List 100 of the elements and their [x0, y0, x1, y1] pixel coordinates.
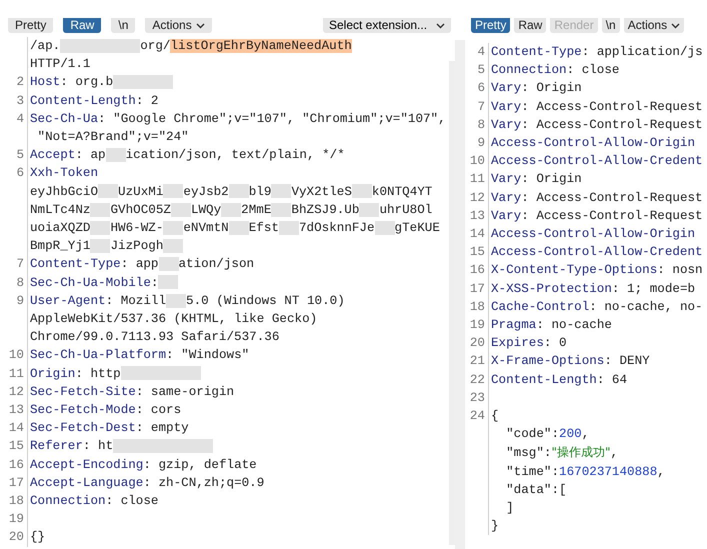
code-text: Chrome/99.0.7113.93 Safari/537.36 — [30, 330, 280, 344]
view-tab[interactable]: Raw — [514, 18, 546, 33]
code-text: : close — [566, 63, 620, 78]
line-number: 9 — [477, 136, 485, 150]
line-number: 16 — [8, 458, 24, 472]
code-text: /ap. — [30, 39, 60, 53]
redaction-blur — [98, 184, 118, 198]
chevron-down-icon — [436, 22, 445, 28]
code-text: : "Google Chrome";v="107", "Chromium";v="107", — [98, 112, 446, 126]
code-text: gTeKUE — [394, 221, 440, 236]
code-text: k0NTQ4YT — [372, 184, 432, 199]
view-tab[interactable]: Raw — [63, 18, 102, 33]
code-text: uoiaXQZD — [30, 221, 90, 236]
header-name: Access-Control-Allow-Origin — [491, 136, 696, 150]
code-text: : Access-Control-Request — [521, 190, 703, 205]
redaction-blur — [163, 238, 184, 253]
code-text: "code": — [505, 427, 560, 442]
redaction-blur — [180, 366, 201, 380]
line-number: 7 — [477, 100, 485, 114]
code-text: : Origin — [521, 81, 582, 96]
line-number: 11 — [470, 172, 485, 186]
redaction-blur — [113, 75, 134, 90]
view-tab[interactable]: Pretty — [8, 18, 54, 33]
code-text: {} — [30, 530, 46, 544]
line-number: 8 — [16, 276, 24, 290]
code-text: AppleWebKit/537.36 (KHTML, like Gecko) — [30, 312, 318, 326]
code-text: : "Windows" — [166, 348, 250, 362]
line-number: 24 — [470, 409, 485, 424]
code-text: UzUxMi — [118, 184, 164, 199]
line-number: 11 — [8, 366, 24, 381]
view-tab[interactable]: \n — [602, 18, 620, 33]
code-text: 7dOsknnFJe — [298, 221, 375, 236]
redaction-blur — [374, 220, 395, 235]
header-name: Sec-Fetch-Dest — [30, 421, 136, 436]
header-name: Vary — [491, 190, 522, 205]
redaction-blur — [193, 439, 214, 454]
actions-menu-button[interactable]: Actions — [145, 18, 212, 33]
redaction-blur — [60, 38, 80, 53]
header-name: Accept-Language — [30, 476, 144, 490]
header-name: Access-Control-Allow-Origin — [491, 227, 696, 242]
code-text: , — [610, 446, 618, 460]
line-number: 22 — [470, 372, 485, 387]
code-text: ation/json — [178, 257, 254, 272]
code-text: : 0 — [544, 336, 567, 350]
header-name: Accept-Encoding — [30, 458, 144, 472]
line-number: 19 — [470, 318, 485, 332]
code-text: : zh-CN,zh;q=0.9 — [143, 476, 264, 490]
header-name: Sec-Fetch-Site — [30, 384, 136, 399]
line-number: 19 — [8, 512, 24, 526]
header-name: Access-Control-Allow-Credent — [491, 154, 703, 168]
redaction-blur — [90, 202, 110, 216]
code-text: : nosn — [657, 263, 703, 278]
header-name: X-Content-Type-Options — [491, 263, 658, 278]
line-number: 4 — [477, 45, 485, 59]
code-text: : Origin — [521, 172, 582, 186]
code-text: : Access-Control-Request — [521, 118, 703, 132]
code-text: { — [491, 409, 499, 424]
code-text: uhrU8Ol — [379, 202, 432, 217]
code-text: : app — [120, 257, 158, 272]
code-text: : gzip, deflate — [143, 458, 257, 472]
code-text: eyJsb2 — [183, 184, 229, 199]
redaction-blur — [228, 184, 249, 198]
view-tab[interactable]: Pretty — [471, 18, 510, 33]
code-text: 2MmE — [241, 202, 272, 217]
code-text: : http — [75, 366, 121, 381]
code-text: "msg": — [505, 446, 552, 460]
header-name: Cache-Control — [491, 300, 590, 314]
code-text: : ap — [75, 148, 106, 162]
redaction-blur — [120, 38, 140, 53]
code-text: VyX2tleS — [291, 184, 352, 199]
code-text: "time": — [505, 464, 560, 479]
chevron-down-icon — [671, 22, 680, 28]
view-tab[interactable]: \n — [111, 18, 136, 33]
redaction-blur — [352, 184, 372, 198]
code-text: JizPogh — [110, 239, 164, 254]
header-name: Vary — [491, 172, 522, 186]
line-number: 13 — [470, 208, 485, 223]
code-text: BhZSJ9.Ub — [291, 202, 360, 217]
header-name: Referer — [30, 439, 83, 454]
code-text: HTTP/1.1 — [30, 57, 90, 72]
header-name: Content-Length — [30, 94, 136, 108]
line-number: 6 — [477, 81, 485, 96]
redaction-blur — [271, 202, 292, 216]
actions-menu-button[interactable]: Actions — [624, 18, 684, 33]
line-number: 20 — [8, 530, 24, 544]
header-name: Access-Control-Allow-Credent — [491, 245, 703, 260]
extension-select[interactable]: Select extension... — [323, 18, 451, 33]
header-name: User-Agent — [30, 294, 106, 308]
code-text: HW6-WZ- — [110, 221, 164, 236]
code-text: , — [657, 464, 665, 479]
code-text: : ht — [82, 439, 114, 454]
redaction-blur — [158, 275, 178, 290]
code-text: eNVmtN — [183, 221, 229, 236]
code-text: } — [491, 519, 499, 534]
code-text: , — [582, 427, 590, 442]
code-text: : 2 — [136, 94, 158, 108]
header-name: Vary — [491, 81, 522, 96]
line-number: 18 — [470, 300, 485, 314]
redaction-blur — [120, 366, 141, 380]
code-text: NmLTc4Nz — [30, 202, 90, 217]
